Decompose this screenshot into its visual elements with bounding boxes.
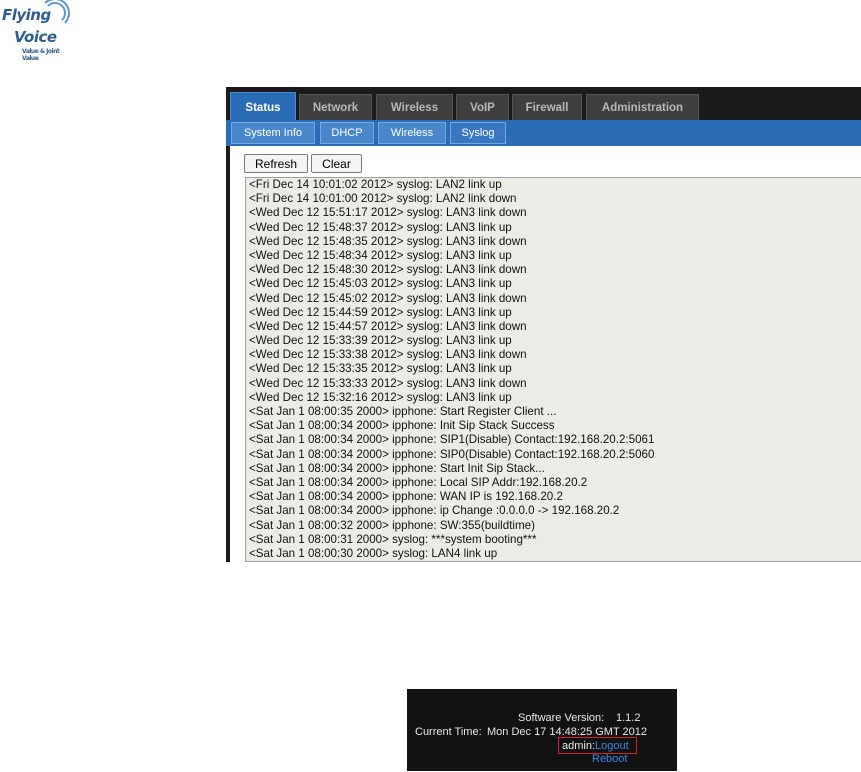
log-line: <Sat Jan 1 08:00:34 2000> ipphone: Local…: [249, 475, 588, 489]
syslog-content: Refresh Clear <Fri Dec 14 10:01:02 2012>…: [230, 146, 861, 562]
log-line: <Sat Jan 1 08:00:34 2000> ipphone: SIP1(…: [249, 433, 655, 447]
log-line: <Sat Jan 1 08:00:35 2000> ipphone: Start…: [249, 405, 557, 418]
log-line: <Wed Dec 12 15:33:38 2012> syslog: LAN3 …: [249, 348, 527, 362]
log-line: <Wed Dec 12 15:51:17 2012> syslog: LAN3 …: [249, 206, 527, 220]
tab-voip[interactable]: VoIP: [456, 94, 509, 120]
tab-firewall[interactable]: Firewall: [512, 94, 582, 120]
log-line: <Wed Dec 12 15:48:37 2012> syslog: LAN3 …: [249, 220, 512, 234]
logout-link[interactable]: Logout: [595, 740, 629, 752]
log-line: <Fri Dec 14 10:01:02 2012> syslog: LAN2 …: [249, 178, 502, 191]
log-line: <Wed Dec 12 15:33:39 2012> syslog: LAN3 …: [249, 334, 512, 348]
log-line: <Sat Jan 1 08:00:32 2000> ipphone: SW:35…: [249, 518, 535, 532]
main-tab-bar: Status Network Wireless VoIP Firewall Ad…: [226, 92, 861, 122]
syslog-textarea[interactable]: <Fri Dec 14 10:01:02 2012> syslog: LAN2 …: [245, 177, 861, 562]
tab-status[interactable]: Status: [230, 92, 296, 122]
subtab-wireless[interactable]: Wireless: [378, 122, 446, 144]
subtab-syslog[interactable]: Syslog: [450, 122, 506, 144]
log-line: <Wed Dec 12 15:45:03 2012> syslog: LAN3 …: [249, 277, 512, 291]
signal-wave-icon-outer: [40, 0, 70, 28]
status-footer: Software Version: 1.1.2 Current Time: Mo…: [407, 689, 677, 771]
log-line: <Sat Jan 1 08:00:34 2000> ipphone: ip Ch…: [249, 504, 620, 518]
log-line: <Wed Dec 12 15:44:59 2012> syslog: LAN3 …: [249, 305, 512, 319]
log-line: <Wed Dec 12 15:44:57 2012> syslog: LAN3 …: [249, 319, 527, 333]
tab-network[interactable]: Network: [299, 94, 372, 120]
log-line: <Sat Jan 1 08:00:34 2000> ipphone: WAN I…: [249, 490, 563, 504]
log-line: <Wed Dec 12 15:48:30 2012> syslog: LAN3 …: [249, 263, 527, 277]
log-line: <Sat Jan 1 08:00:30 2000> syslog: LAN4 l…: [249, 546, 498, 560]
reboot-link[interactable]: Reboot: [592, 753, 627, 765]
tab-administration[interactable]: Administration: [586, 94, 699, 120]
log-line: <Sat Jan 1 08:00:31 2000> syslog: ***sys…: [249, 532, 537, 546]
log-line: <Sat Jan 1 08:00:34 2000> ipphone: SIP0(…: [249, 447, 655, 461]
log-line: <Wed Dec 12 15:48:34 2012> syslog: LAN3 …: [249, 248, 512, 262]
software-version-value: 1.1.2: [616, 712, 641, 724]
tab-wireless[interactable]: Wireless: [376, 94, 453, 120]
log-line: <Wed Dec 12 15:48:35 2012> syslog: LAN3 …: [249, 234, 527, 248]
log-line: <Sat Jan 1 08:00:34 2000> ipphone: Init …: [249, 419, 555, 433]
subtab-dhcp[interactable]: DHCP: [320, 122, 374, 144]
log-line: <Fri Dec 14 10:01:00 2012> syslog: LAN2 …: [249, 192, 517, 206]
log-line: <Wed Dec 12 15:33:35 2012> syslog: LAN3 …: [249, 362, 512, 376]
admin-user-label: admin:: [562, 740, 596, 752]
logo-word-voice: Voice: [14, 28, 57, 46]
logo-tagline: Value & Joint Value: [22, 48, 60, 62]
log-line: <Wed Dec 12 15:32:16 2012> syslog: LAN3 …: [249, 390, 512, 404]
log-line: <Wed Dec 12 15:45:02 2012> syslog: LAN3 …: [249, 291, 527, 305]
clear-button[interactable]: Clear: [311, 154, 362, 173]
sub-tab-bar: System Info DHCP Wireless Syslog: [226, 120, 861, 146]
admin-panel: Status Network Wireless VoIP Firewall Ad…: [226, 87, 861, 562]
log-line: <Sat Jan 1 08:00:34 2000> ipphone: Start…: [249, 461, 545, 475]
software-version-label: Software Version:: [518, 712, 605, 724]
log-line: <Wed Dec 12 15:33:33 2012> syslog: LAN3 …: [249, 376, 527, 390]
flying-voice-logo: Flying Voice Value & Joint Value: [0, 0, 75, 62]
current-time-label: Current Time:: [415, 726, 482, 738]
refresh-button[interactable]: Refresh: [244, 154, 308, 173]
subtab-system-info[interactable]: System Info: [231, 122, 315, 144]
